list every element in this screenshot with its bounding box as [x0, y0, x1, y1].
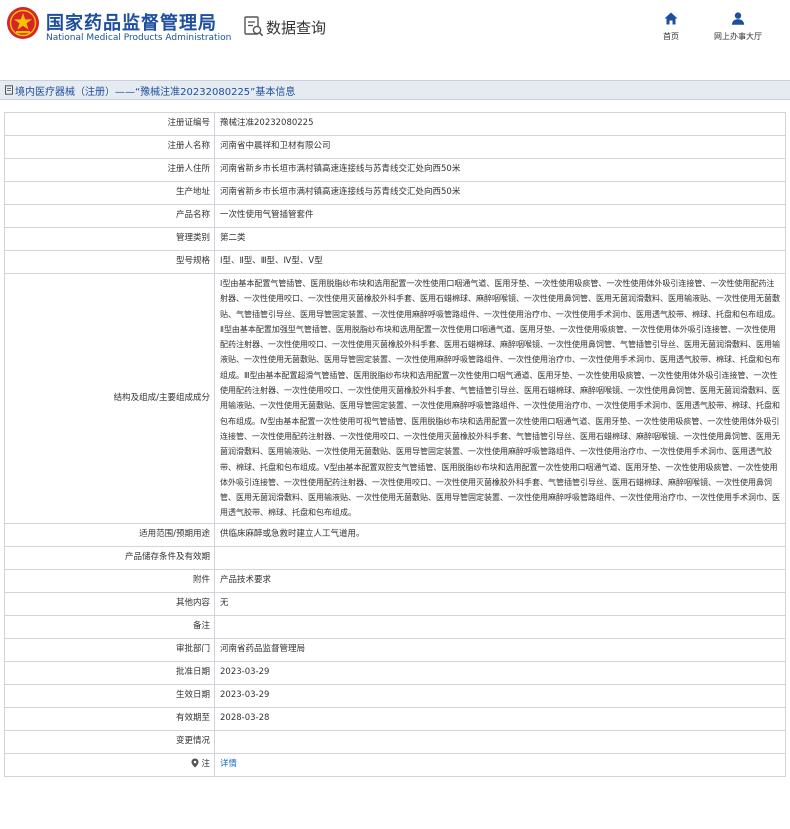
field-value: 河南省新乡市长垣市满村镇高速连接线与苏青线交汇处向西50米	[214, 181, 786, 205]
record-title-bar: 境内医疗器械（注册）——“豫械注准20232080225”基本信息	[0, 80, 790, 100]
table-row: 注册人住所 河南省新乡市长垣市满村镇高速连接线与苏青线交汇处向西50米	[4, 158, 786, 182]
nmpa-emblem-icon	[7, 7, 39, 39]
data-query-title: 数据查询	[266, 19, 327, 37]
field-value: 一次性使用气管插管套件	[214, 204, 786, 228]
note-label-cell: 注	[4, 752, 215, 777]
field-label: 产品储存条件及有效期	[4, 545, 215, 570]
field-value: 河南省药品监督管理局	[214, 637, 786, 662]
field-value: 河南省中晨祥和卫材有限公司	[214, 135, 786, 159]
table-row: 产品名称 一次性使用气管插管套件	[4, 204, 786, 228]
nav-online-hall-label: 网上办事大厅	[714, 32, 762, 41]
registration-detail-table: 注册证编号 豫械注准20232080225 注册人名称 河南省中晨祥和卫材有限公…	[4, 112, 786, 777]
field-label: 备注	[4, 614, 215, 639]
table-row: 生产地址 河南省新乡市长垣市满村镇高速连接线与苏青线交汇处向西50米	[4, 181, 786, 205]
field-label: 批准日期	[4, 660, 215, 685]
field-value	[214, 545, 786, 570]
field-label: 注	[201, 758, 210, 769]
field-label: 审批部门	[4, 637, 215, 662]
table-row: 备注	[4, 614, 786, 639]
field-label: 注册证编号	[4, 112, 215, 136]
field-label: 结构及组成/主要组成成分	[4, 273, 215, 524]
org-name-en: National Medical Products Administration	[46, 33, 232, 43]
field-label: 型号规格	[4, 250, 215, 274]
location-pin-icon	[191, 758, 199, 768]
details-cell: 详情	[214, 752, 786, 777]
field-value: Ⅰ型、Ⅱ型、Ⅲ型、Ⅳ型、Ⅴ型	[214, 250, 786, 274]
field-label: 注册人住所	[4, 158, 215, 182]
details-link[interactable]: 详情	[220, 759, 237, 769]
table-row: 注 详情	[4, 752, 786, 777]
field-value: 2023-03-29	[214, 660, 786, 685]
table-row: 产品储存条件及有效期	[4, 545, 786, 570]
field-value: 供临床麻醉或急救时建立人工气道用。	[214, 522, 786, 547]
home-icon	[664, 12, 678, 25]
table-row: 生效日期 2023-03-29	[4, 683, 786, 708]
field-value: 豫械注准20232080225	[214, 112, 786, 136]
nav-home-label: 首页	[663, 32, 679, 41]
field-label: 有效期至	[4, 706, 215, 731]
table-row: 其他内容 无	[4, 591, 786, 616]
table-row: 结构及组成/主要组成成分 Ⅰ型由基本配置气管插管、医用脱脂纱布块和选用配置一次性…	[4, 273, 786, 524]
table-row: 注册证编号 豫械注准20232080225	[4, 112, 786, 136]
field-value	[214, 614, 786, 639]
field-label: 产品名称	[4, 204, 215, 228]
table-row: 有效期至 2028-03-28	[4, 706, 786, 731]
field-value: 2023-03-29	[214, 683, 786, 708]
field-label: 变更情况	[4, 729, 215, 754]
data-search-icon	[244, 16, 264, 37]
field-label: 生效日期	[4, 683, 215, 708]
table-row: 注册人名称 河南省中晨祥和卫材有限公司	[4, 135, 786, 159]
field-value: 2028-03-28	[214, 706, 786, 731]
field-value: 河南省新乡市长垣市满村镇高速连接线与苏青线交汇处向西50米	[214, 158, 786, 182]
user-icon	[731, 12, 745, 25]
org-name-cn: 国家药品监督管理局	[46, 13, 217, 34]
table-row: 变更情况	[4, 729, 786, 754]
field-value: 第二类	[214, 227, 786, 251]
field-label: 其他内容	[4, 591, 215, 616]
field-label: 管理类别	[4, 227, 215, 251]
field-value: 产品技术要求	[214, 568, 786, 593]
field-label: 适用范围/预期用途	[4, 522, 215, 547]
document-icon	[5, 85, 13, 95]
table-row: 型号规格 Ⅰ型、Ⅱ型、Ⅲ型、Ⅳ型、Ⅴ型	[4, 250, 786, 274]
field-value: 无	[214, 591, 786, 616]
table-row: 审批部门 河南省药品监督管理局	[4, 637, 786, 662]
site-header: 国家药品监督管理局 National Medical Products Admi…	[0, 0, 790, 58]
record-title: 境内医疗器械（注册）——“豫械注准20232080225”基本信息	[15, 86, 296, 98]
table-row: 管理类别 第二类	[4, 227, 786, 251]
field-label: 生产地址	[4, 181, 215, 205]
table-row: 批准日期 2023-03-29	[4, 660, 786, 685]
field-value: Ⅰ型由基本配置气管插管、医用脱脂纱布块和选用配置一次性使用口咽通气道、医用牙垫、…	[214, 273, 786, 524]
field-value	[214, 729, 786, 754]
nav-home-link[interactable]: 首页	[655, 12, 687, 42]
field-label: 注册人名称	[4, 135, 215, 159]
table-row: 附件 产品技术要求	[4, 568, 786, 593]
nav-online-hall-link[interactable]: 网上办事大厅	[706, 12, 770, 42]
field-label: 附件	[4, 568, 215, 593]
table-row: 适用范围/预期用途 供临床麻醉或急救时建立人工气道用。	[4, 522, 786, 547]
